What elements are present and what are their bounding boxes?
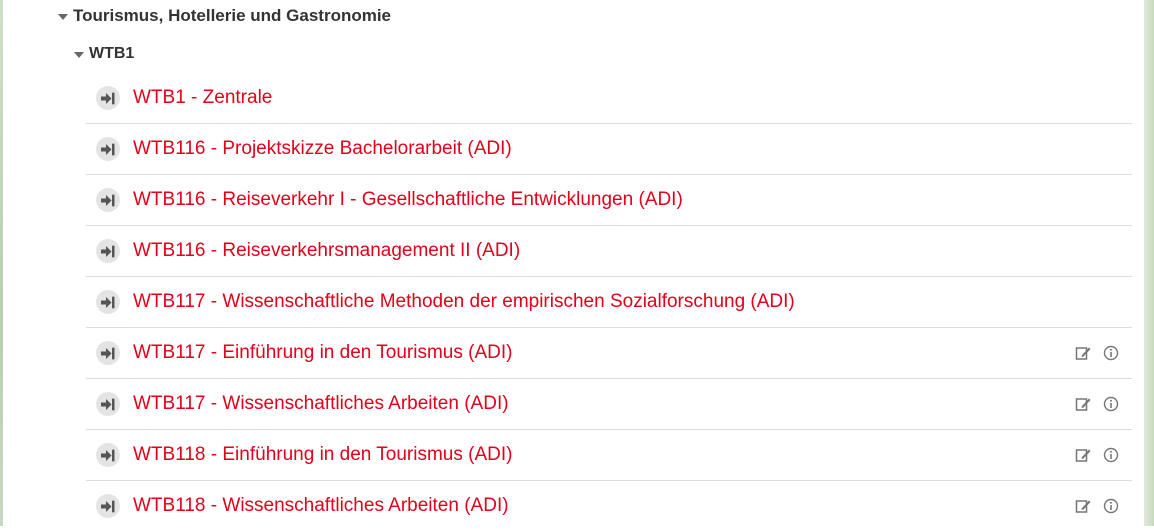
sign-in-icon[interactable] xyxy=(96,341,120,365)
course-row: WTB116 - Reiseverkehrsmanagement II (ADI… xyxy=(86,226,1132,277)
subcategory-title[interactable]: WTB1 xyxy=(89,45,134,63)
course-row: WTB117 - Wissenschaftliches Arbeiten (AD… xyxy=(86,379,1132,430)
course-actions xyxy=(1074,481,1120,531)
sign-in-icon[interactable] xyxy=(96,137,120,161)
sign-in-icon[interactable] xyxy=(96,188,120,212)
info-icon[interactable] xyxy=(1102,344,1120,362)
category-header[interactable]: Tourismus, Hotellerie und Gastronomie xyxy=(58,4,391,28)
edit-icon[interactable] xyxy=(1074,497,1092,515)
sign-in-icon[interactable] xyxy=(96,239,120,263)
edit-icon[interactable] xyxy=(1074,344,1092,362)
caret-down-icon[interactable] xyxy=(74,52,84,58)
caret-down-icon[interactable] xyxy=(58,14,68,20)
sign-in-icon[interactable] xyxy=(96,443,120,467)
course-link[interactable]: WTB118 - Einführung in den Tourismus (AD… xyxy=(133,444,512,466)
subcategory-header[interactable]: WTB1 xyxy=(74,42,134,66)
edit-icon[interactable] xyxy=(1074,446,1092,464)
course-actions xyxy=(1074,430,1120,480)
sign-in-icon[interactable] xyxy=(96,86,120,110)
sign-in-icon[interactable] xyxy=(96,494,120,518)
course-link[interactable]: WTB116 - Reiseverkehr I - Gesellschaftli… xyxy=(133,189,683,211)
course-row: WTB117 - Wissenschaftliche Methoden der … xyxy=(86,277,1132,328)
edit-icon[interactable] xyxy=(1074,395,1092,413)
info-icon[interactable] xyxy=(1102,395,1120,413)
category-title[interactable]: Tourismus, Hotellerie und Gastronomie xyxy=(73,6,391,26)
course-row: WTB118 - Einführung in den Tourismus (AD… xyxy=(86,430,1132,481)
course-link[interactable]: WTB117 - Wissenschaftliches Arbeiten (AD… xyxy=(133,393,509,415)
info-icon[interactable] xyxy=(1102,446,1120,464)
course-row: WTB116 - Reiseverkehr I - Gesellschaftli… xyxy=(86,175,1132,226)
course-row: WTB117 - Einführung in den Tourismus (AD… xyxy=(86,328,1132,379)
course-row: WTB118 - Wissenschaftliches Arbeiten (AD… xyxy=(86,481,1132,531)
course-link[interactable]: WTB117 - Einführung in den Tourismus (AD… xyxy=(133,342,512,364)
course-actions xyxy=(1074,328,1120,378)
course-actions xyxy=(1074,379,1120,429)
right-background-edge xyxy=(1144,0,1154,526)
course-row: WTB1 - Zentrale xyxy=(86,73,1132,124)
left-background-edge xyxy=(0,0,3,526)
course-link[interactable]: WTB116 - Reiseverkehrsmanagement II (ADI… xyxy=(133,240,520,262)
sign-in-icon[interactable] xyxy=(96,392,120,416)
course-link[interactable]: WTB1 - Zentrale xyxy=(133,87,272,109)
course-link[interactable]: WTB118 - Wissenschaftliches Arbeiten (AD… xyxy=(133,495,509,517)
course-row: WTB116 - Projektskizze Bachelorarbeit (A… xyxy=(86,124,1132,175)
course-link[interactable]: WTB116 - Projektskizze Bachelorarbeit (A… xyxy=(133,138,512,160)
sign-in-icon[interactable] xyxy=(96,290,120,314)
info-icon[interactable] xyxy=(1102,497,1120,515)
course-link[interactable]: WTB117 - Wissenschaftliche Methoden der … xyxy=(133,291,795,313)
course-list: WTB1 - Zentrale WTB116 - Projektskizze B… xyxy=(86,73,1132,531)
